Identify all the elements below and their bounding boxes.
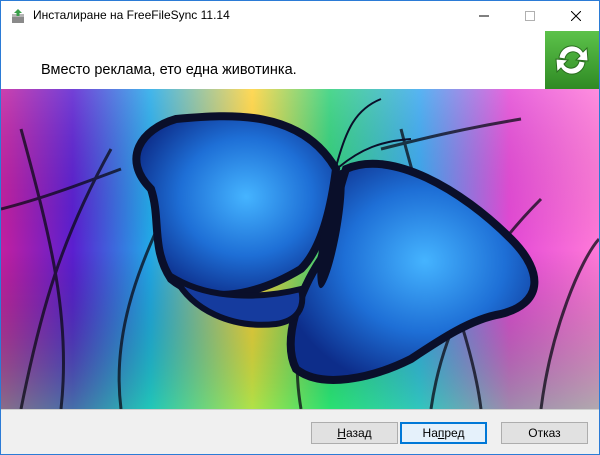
minimize-icon (479, 15, 489, 17)
back-label-post: азад (345, 426, 372, 440)
butterfly-image (1, 89, 599, 409)
wizard-header: Вместо реклама, ето една животинка. (1, 31, 599, 89)
header-text: Вместо реклама, ето една животинка. (41, 62, 297, 78)
maximize-icon (525, 11, 535, 21)
next-label-post: ред (444, 426, 465, 440)
butterfly-picture (1, 89, 599, 409)
cancel-label: Отказ (528, 426, 561, 440)
installer-window: Инсталиране на FreeFileSync 11.14 Вместо… (0, 0, 600, 455)
freefilesync-sync-arrows-icon (545, 31, 599, 89)
title-bar[interactable]: Инсталиране на FreeFileSync 11.14 (1, 1, 599, 31)
next-label-pre: На (422, 426, 438, 440)
window-title: Инсталиране на FreeFileSync 11.14 (33, 8, 230, 22)
maximize-button[interactable] (507, 1, 553, 31)
minimize-button[interactable] (461, 1, 507, 31)
close-button[interactable] (553, 1, 599, 31)
close-icon (571, 11, 581, 21)
installer-box-icon (12, 9, 24, 23)
next-button[interactable]: На п ред (400, 422, 487, 444)
back-button[interactable]: Назад (311, 422, 398, 444)
back-label-accel: Н (337, 426, 346, 440)
cancel-button[interactable]: Отказ (501, 422, 588, 444)
button-area-separator (1, 409, 599, 410)
